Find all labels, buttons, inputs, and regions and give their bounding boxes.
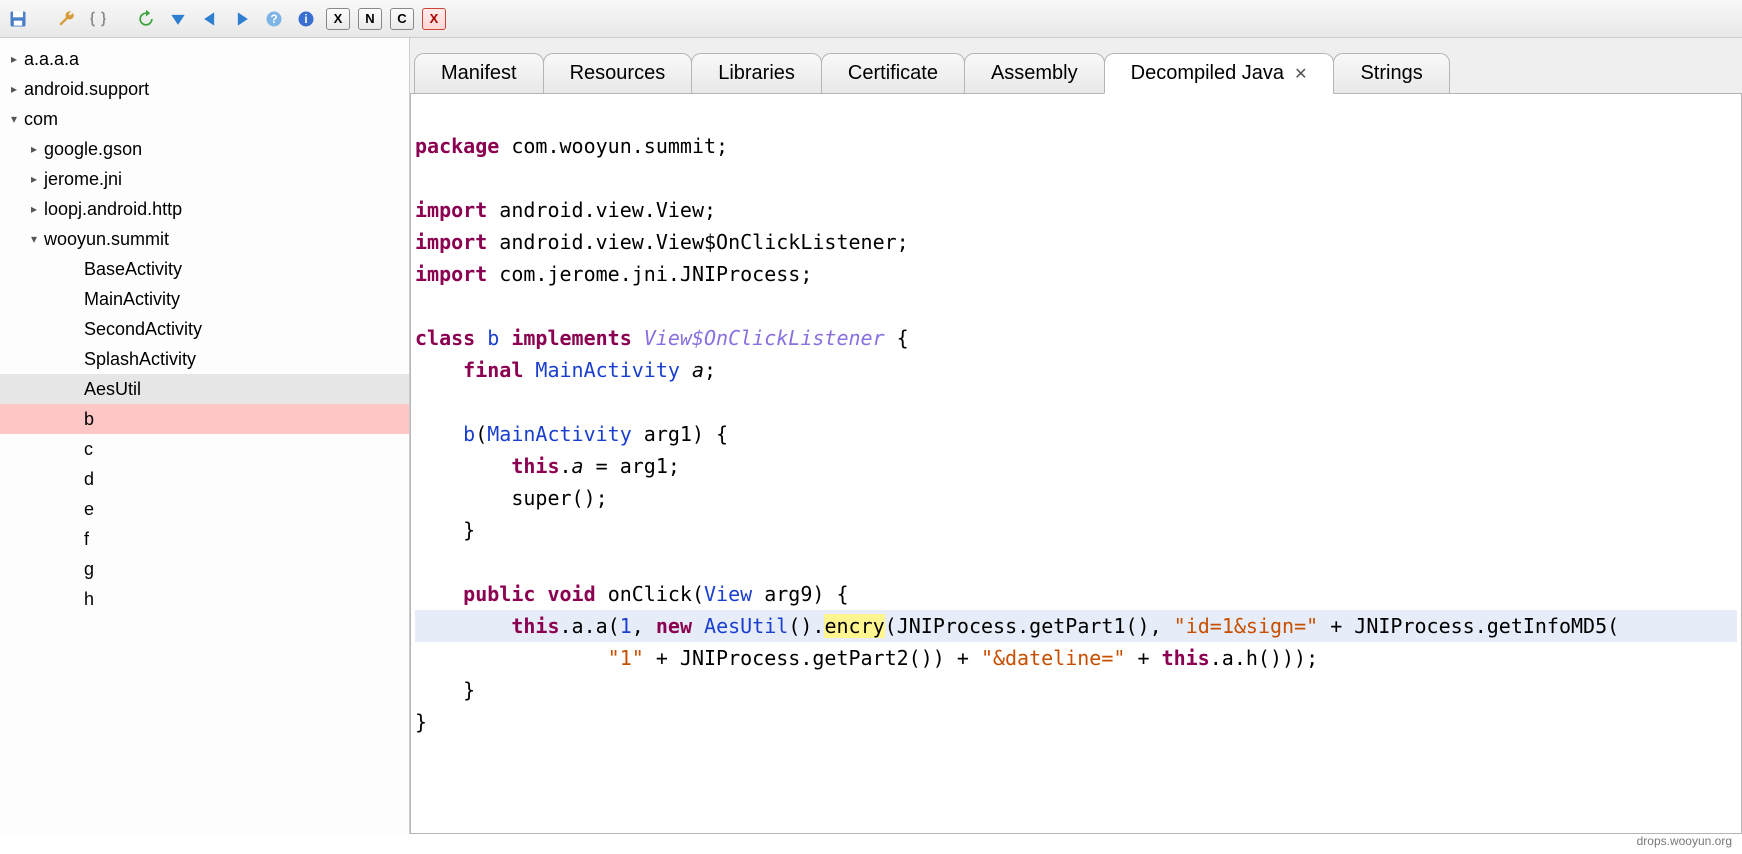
content-pane: Manifest Resources Libraries Certificate Ass…	[410, 38, 1742, 834]
save-icon[interactable]	[6, 7, 30, 31]
wrench-icon[interactable]	[54, 7, 78, 31]
tab-decompiled-java[interactable]: Decompiled Java ✕	[1104, 53, 1335, 94]
tab-label: Resources	[570, 62, 666, 84]
expand-arrow-icon[interactable]: ▸	[8, 82, 20, 96]
tree-item-label: MainActivity	[84, 289, 180, 310]
tree-item[interactable]: ▸ android.support	[0, 74, 409, 104]
tree-item-label: h	[84, 589, 94, 610]
expand-arrow-icon[interactable]: ▾	[8, 112, 20, 126]
tree-item-label: f	[84, 529, 89, 550]
tree-item-label: wooyun.summit	[44, 229, 169, 250]
tab-label: Decompiled Java	[1131, 62, 1284, 84]
tree-item[interactable]: ▾ wooyun.summit	[0, 224, 409, 254]
main-split: ▸ a.a.a.a ▸ android.support ▾ com ▸ google.gson…	[0, 38, 1742, 834]
watermark: drops.wooyun.org	[1637, 834, 1732, 848]
tree-item-label: a.a.a.a	[24, 49, 79, 70]
tree-item-label: AesUtil	[84, 379, 141, 400]
tab-certificate[interactable]: Certificate	[821, 53, 965, 93]
tree-item[interactable]: b	[0, 404, 409, 434]
expand-arrow-icon[interactable]: ▸	[28, 202, 40, 216]
tab-bar: Manifest Resources Libraries Certificate Ass…	[410, 38, 1742, 93]
c-button[interactable]: C	[390, 8, 414, 30]
source-code: package com.wooyun.summit; import androi…	[411, 94, 1741, 774]
tab-label: Manifest	[441, 62, 517, 84]
tree-item-label: com	[24, 109, 58, 130]
tree-item-label: BaseActivity	[84, 259, 182, 280]
n-button[interactable]: N	[358, 8, 382, 30]
tree-item[interactable]: SplashActivity	[0, 344, 409, 374]
tree-item-label: e	[84, 499, 94, 520]
nav-forward-icon[interactable]	[230, 7, 254, 31]
nav-back-icon[interactable]	[198, 7, 222, 31]
help-icon[interactable]: ?	[262, 7, 286, 31]
tab-label: Libraries	[718, 62, 795, 84]
package-tree[interactable]: ▸ a.a.a.a ▸ android.support ▾ com ▸ google.gson…	[0, 38, 410, 834]
tree-item[interactable]: ▾ com	[0, 104, 409, 134]
expand-arrow-icon[interactable]: ▾	[28, 232, 40, 246]
tree-item[interactable]: g	[0, 554, 409, 584]
tab-label: Certificate	[848, 62, 938, 84]
tree-item[interactable]: SecondActivity	[0, 314, 409, 344]
tree-item-label: loopj.android.http	[44, 199, 182, 220]
tree-item[interactable]: c	[0, 434, 409, 464]
tree-item[interactable]: h	[0, 584, 409, 614]
tree-item[interactable]: ▸ loopj.android.http	[0, 194, 409, 224]
tree-item[interactable]: AesUtil	[0, 374, 409, 404]
tree-item[interactable]: f	[0, 524, 409, 554]
tree-item[interactable]: d	[0, 464, 409, 494]
code-editor[interactable]: package com.wooyun.summit; import androi…	[410, 93, 1742, 834]
tab-strings[interactable]: Strings	[1333, 53, 1449, 93]
tree-item-label: SplashActivity	[84, 349, 196, 370]
tree-item-label: b	[84, 409, 94, 430]
expand-arrow-icon[interactable]: ▸	[8, 52, 20, 66]
tree-item-label: jerome.jni	[44, 169, 122, 190]
tree-item-label: g	[84, 559, 94, 580]
tree-item[interactable]: ▸ google.gson	[0, 134, 409, 164]
braces-icon[interactable]	[86, 7, 110, 31]
tree-item-label: c	[84, 439, 93, 460]
expand-arrow-icon[interactable]: ▸	[28, 142, 40, 156]
tab-libraries[interactable]: Libraries	[691, 53, 822, 93]
expand-arrow-icon[interactable]: ▸	[28, 172, 40, 186]
tree-item[interactable]: MainActivity	[0, 284, 409, 314]
toolbar: ? i X N C X	[0, 0, 1742, 38]
tab-resources[interactable]: Resources	[543, 53, 693, 93]
triangle-down-icon[interactable]	[166, 7, 190, 31]
close-x-button[interactable]: X	[422, 8, 446, 30]
tree-item[interactable]: e	[0, 494, 409, 524]
info-icon[interactable]: i	[294, 7, 318, 31]
x-button[interactable]: X	[326, 8, 350, 30]
refresh-icon[interactable]	[134, 7, 158, 31]
tree-item[interactable]: BaseActivity	[0, 254, 409, 284]
close-icon[interactable]: ✕	[1294, 66, 1307, 83]
tree-item-label: android.support	[24, 79, 149, 100]
tree-item[interactable]: ▸ jerome.jni	[0, 164, 409, 194]
svg-text:i: i	[304, 13, 307, 26]
tree-item-label: d	[84, 469, 94, 490]
tab-label: Strings	[1360, 62, 1422, 84]
tree-item-label: google.gson	[44, 139, 142, 160]
tree-item-label: SecondActivity	[84, 319, 202, 340]
tab-assembly[interactable]: Assembly	[964, 53, 1105, 93]
tree-item[interactable]: ▸ a.a.a.a	[0, 44, 409, 74]
tab-label: Assembly	[991, 62, 1078, 84]
svg-text:?: ?	[270, 13, 277, 26]
tab-manifest[interactable]: Manifest	[414, 53, 544, 93]
